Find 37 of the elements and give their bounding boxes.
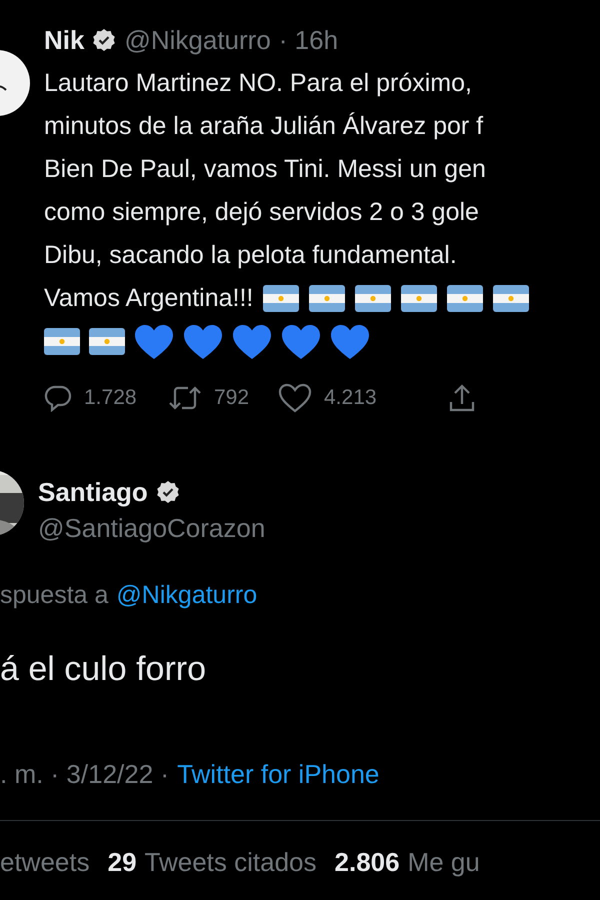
heart-icon [281,324,321,360]
flag-icon [401,285,438,312]
reply-icon[interactable] [44,384,72,412]
tweet-time: · 16h [278,24,338,56]
flag-icon [493,285,530,312]
replying-to-label: spuesta a [0,581,108,610]
flag-icon [89,328,125,355]
heart-icon [232,324,272,360]
author-handle: @Nikgaturro [124,24,271,56]
flag-icon [263,285,300,312]
mention-link[interactable]: @Nikgaturro [116,581,258,610]
stat-count: 29 [108,847,137,878]
action-count: 1.728 [84,386,137,410]
heart-icon [183,324,223,360]
stat-label: etweets [0,847,90,878]
action-count: 4.213 [324,386,377,410]
stat-label: Tweets citados [144,847,317,878]
flag-icon [309,285,346,312]
source-link[interactable]: Twitter for iPhone [177,759,380,790]
retweet-icon[interactable] [168,384,202,412]
flag-icon [355,285,392,312]
flag-icon [44,328,80,355]
flag-icon [447,285,484,312]
author-handle: @SantiagoCorazon [38,513,266,544]
action-count: 792 [214,386,250,410]
tweet-timestamp: . m. · 3/12/22 · [0,759,170,790]
tweet-text: Lautaro Martinez NO. Para el próximo, minutos de la araña Julián Álvarez por f Bien De Paul, vamos Tini. Messi un gen como siempre, dejó servidos 2 o 3 gole Dibu, sacando la pelota fundamental. [44,68,487,271]
stat-label: Me gu [408,847,480,878]
heart-icon [330,324,370,360]
heart-outline-icon[interactable] [278,383,312,413]
author-name[interactable]: Santiago [38,476,148,508]
heart-icon [134,324,174,360]
author-name[interactable]: Nik [44,24,84,56]
reply-text: á el culo forro [0,650,207,689]
share-icon[interactable] [448,383,476,413]
stat-count: 2.806 [334,847,400,878]
tweet-text: Vamos Argentina!!! [44,284,254,313]
